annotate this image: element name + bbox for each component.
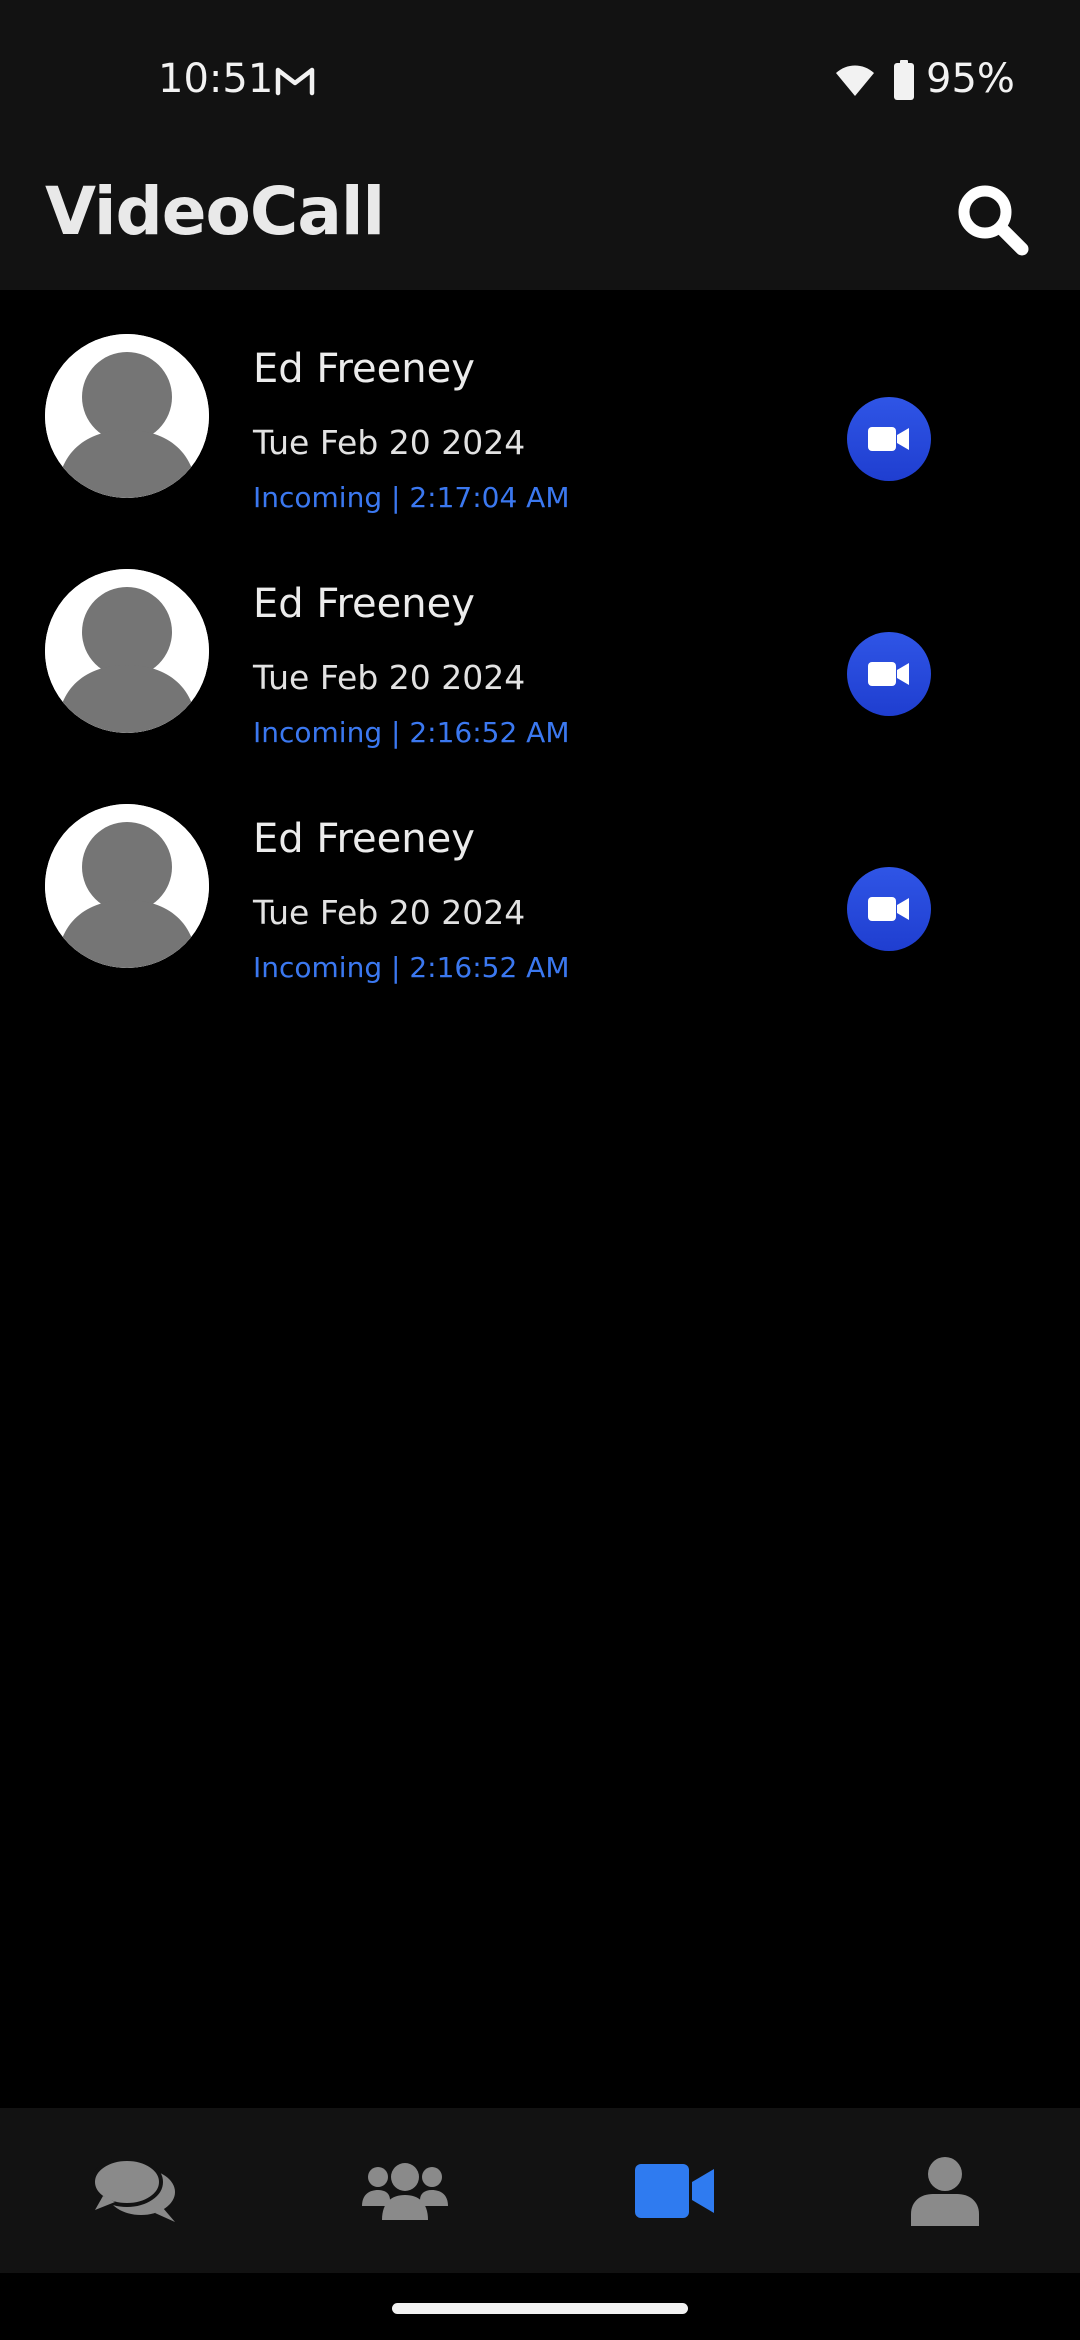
video-call-icon — [635, 2163, 714, 2218]
app-bar: VideoCall — [0, 165, 1080, 290]
videocall-app: 10:51 95% VideoCall Ed Freeney Tue Feb 2… — [0, 0, 1080, 2340]
call-date: Tue Feb 20 2024 — [253, 893, 526, 932]
call-history-list: Ed Freeney Tue Feb 20 2024 Incoming | 2:… — [0, 290, 1080, 995]
chats-icon — [91, 2156, 175, 2222]
contact-name: Ed Freeney — [253, 581, 475, 627]
contact-name: Ed Freeney — [253, 346, 475, 392]
groups-icon — [362, 2162, 448, 2220]
bottom-navigation — [0, 2108, 1080, 2273]
search-icon — [958, 185, 1029, 256]
app-title: VideoCall — [45, 173, 385, 250]
nav-item-chats[interactable] — [0, 2108, 270, 2273]
nav-item-video-calls[interactable] — [540, 2108, 810, 2273]
video-call-button[interactable] — [847, 632, 931, 716]
call-type-time: Incoming | 2:17:04 AM — [253, 481, 570, 514]
call-date: Tue Feb 20 2024 — [253, 658, 526, 697]
status-bar: 10:51 95% — [0, 0, 1080, 165]
search-button[interactable] — [952, 179, 1034, 261]
call-list-item[interactable]: Ed Freeney Tue Feb 20 2024 Incoming | 2:… — [0, 525, 1080, 760]
avatar — [45, 569, 209, 733]
system-gesture-area — [0, 2273, 1080, 2340]
default-avatar-icon — [45, 804, 209, 968]
call-type-time: Incoming | 2:16:52 AM — [253, 951, 570, 984]
default-avatar-icon — [45, 569, 209, 733]
call-type-time: Incoming | 2:16:52 AM — [253, 716, 570, 749]
call-date: Tue Feb 20 2024 — [253, 423, 526, 462]
battery-percentage: 95% — [926, 56, 1015, 102]
avatar — [45, 804, 209, 968]
wifi-icon — [835, 62, 875, 98]
battery-icon — [893, 60, 915, 100]
call-list-item[interactable]: Ed Freeney Tue Feb 20 2024 Incoming | 2:… — [0, 290, 1080, 525]
gmail-icon — [274, 64, 316, 96]
gesture-handle[interactable] — [392, 2303, 688, 2314]
nav-item-groups[interactable] — [270, 2108, 540, 2273]
avatar — [45, 334, 209, 498]
default-avatar-icon — [45, 334, 209, 498]
video-camera-icon — [868, 662, 909, 686]
contact-name: Ed Freeney — [253, 816, 475, 862]
video-camera-icon — [868, 897, 909, 921]
call-list-item[interactable]: Ed Freeney Tue Feb 20 2024 Incoming | 2:… — [0, 760, 1080, 995]
video-call-button[interactable] — [847, 397, 931, 481]
profile-icon — [911, 2156, 979, 2226]
video-camera-icon — [868, 427, 909, 451]
status-time: 10:51 — [158, 56, 274, 102]
nav-item-profile[interactable] — [810, 2108, 1080, 2273]
video-call-button[interactable] — [847, 867, 931, 951]
